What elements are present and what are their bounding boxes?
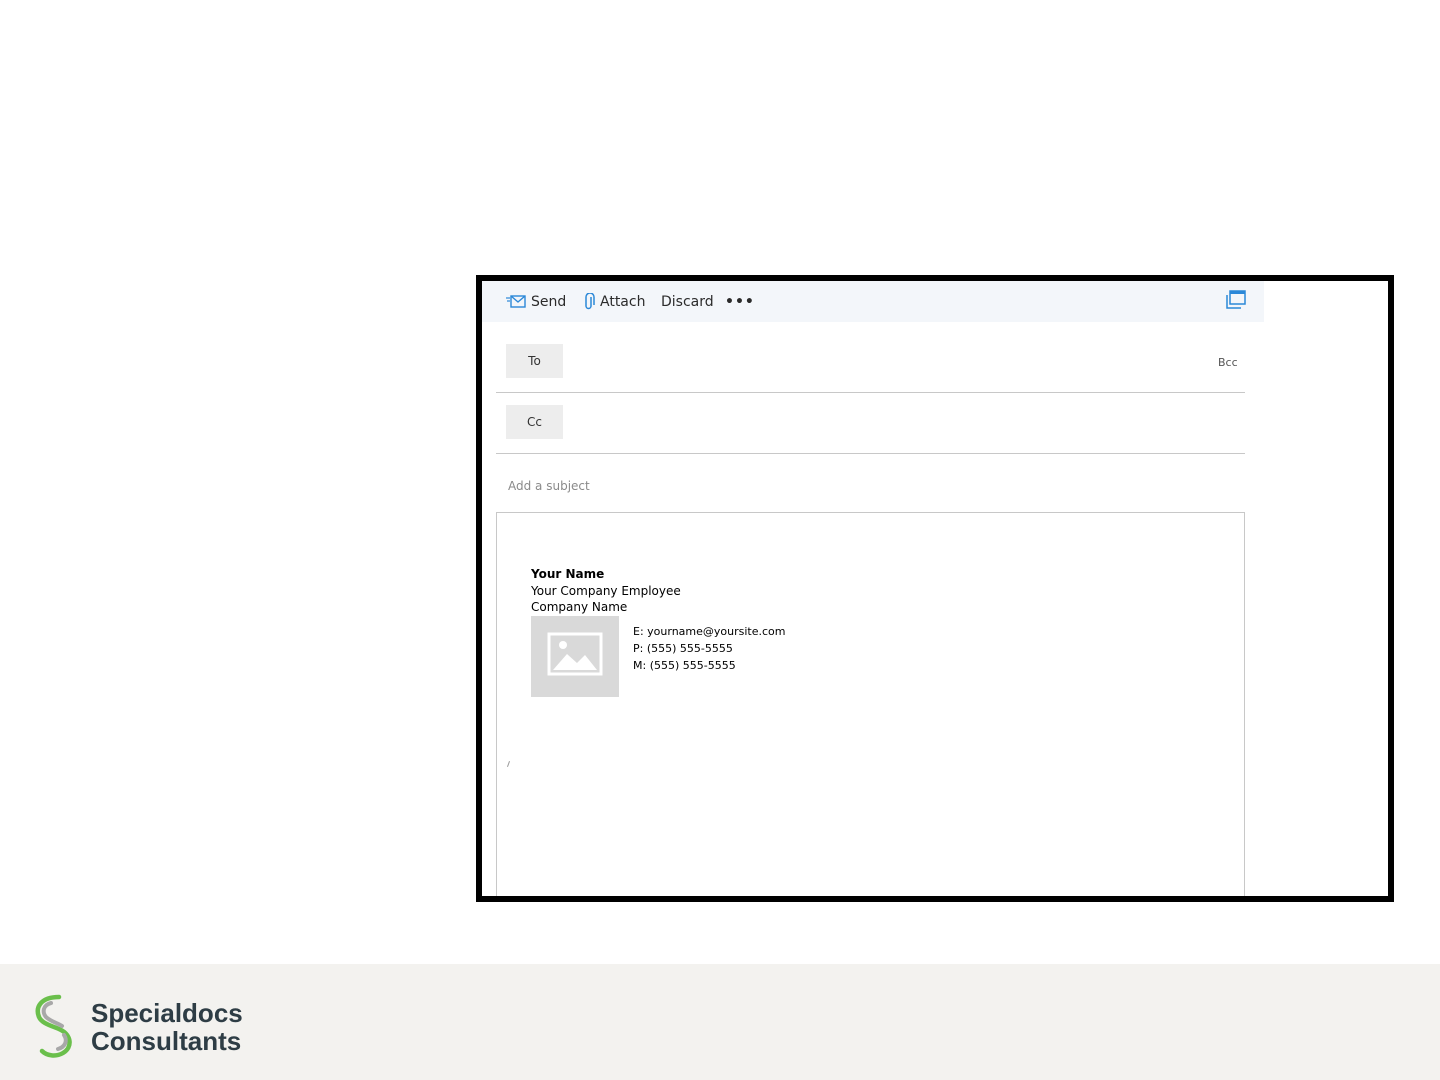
more-options-button[interactable]: ••• (725, 281, 755, 322)
subject-input[interactable]: Add a subject (508, 479, 590, 493)
popout-button[interactable] (1226, 290, 1246, 314)
paperclip-icon (583, 292, 595, 311)
to-field-row[interactable]: To Bcc (496, 331, 1245, 393)
image-placeholder-icon (547, 632, 603, 681)
signature-mobile: M: (555) 555-5555 (633, 659, 736, 672)
signature-title: Your Company Employee (531, 584, 681, 598)
signature-email: E: yourname@yoursite.com (633, 625, 786, 638)
send-button[interactable]: Send (506, 281, 566, 322)
brand-line-2: Consultants (91, 1026, 242, 1056)
signature-company: Company Name (531, 600, 628, 614)
message-body[interactable]: Your Name Your Company Employee Company … (496, 512, 1245, 896)
footer-band: Specialdocs Consultants (0, 964, 1440, 1080)
attach-button[interactable]: Attach (583, 281, 645, 322)
email-compose-screenshot: Send Attach Discard ••• To Bcc Cc Add a … (476, 275, 1394, 902)
specialdocs-s-logo-icon (31, 993, 77, 1064)
text-cursor-mark (507, 761, 510, 767)
send-mail-icon (506, 294, 526, 309)
popout-window-icon (1226, 290, 1246, 314)
to-button[interactable]: To (506, 344, 563, 378)
brand-line-1: Specialdocs (91, 998, 243, 1028)
slide: Send Attach Discard ••• To Bcc Cc Add a … (0, 0, 1440, 1080)
signature-name: Your Name (531, 567, 605, 581)
discard-button[interactable]: Discard (661, 281, 714, 322)
signature-photo (531, 616, 619, 697)
attach-label: Attach (600, 293, 646, 310)
cc-button[interactable]: Cc (506, 405, 563, 439)
discard-label: Discard (661, 293, 714, 310)
cc-field-row[interactable]: Cc (496, 392, 1245, 454)
bcc-link[interactable]: Bcc (1218, 356, 1238, 369)
signature-phone: P: (555) 555-5555 (633, 642, 733, 655)
compose-toolbar: Send Attach Discard ••• (482, 281, 1264, 322)
more-options-label: ••• (725, 293, 755, 310)
send-label: Send (531, 293, 567, 310)
brand-name: Specialdocs Consultants (91, 999, 243, 1055)
